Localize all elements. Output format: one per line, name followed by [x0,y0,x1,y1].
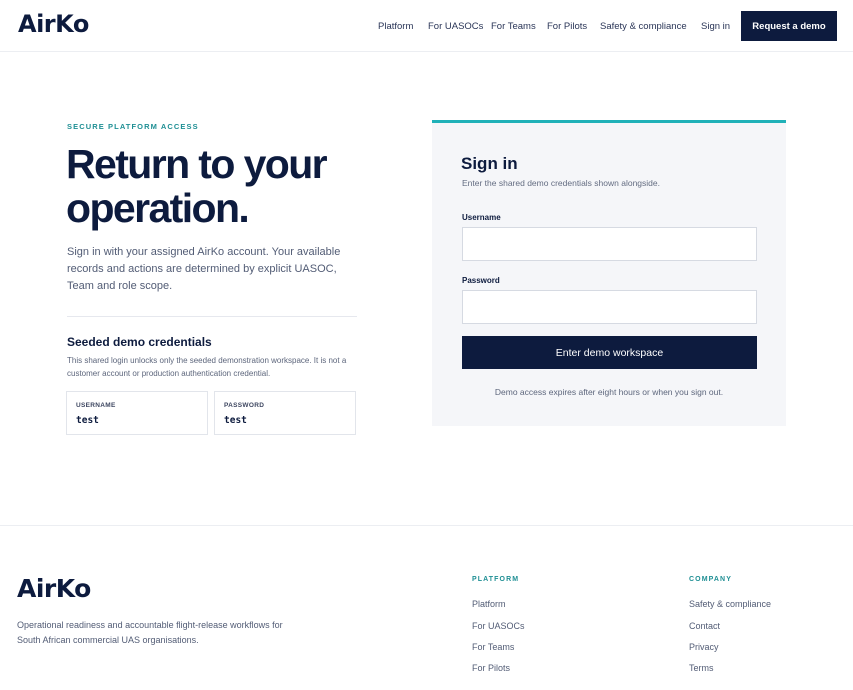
hero-description: Sign in with your assigned AirKo account… [67,246,341,292]
footer-link-for-uasocs[interactable]: For UASOCs [472,621,525,631]
hero-title: Return to your operation. [66,141,328,231]
demo-expiry-note: Demo access expires after eight hours or… [494,387,724,397]
signin-subtitle: Enter the shared demo credentials shown … [462,178,660,188]
password-credential-label: PASSWORD [224,402,265,409]
footer-link-for-pilots[interactable]: For Pilots [472,663,510,673]
username-label: Username [462,213,501,222]
nav-for-uasocs[interactable]: For UASOCs [428,21,483,32]
username-input[interactable] [462,227,757,261]
nav-platform[interactable]: Platform [378,21,413,32]
airko-logo[interactable]: AirKo [18,10,89,38]
nav-safety-compliance[interactable]: Safety & compliance [600,21,687,32]
password-label: Password [462,276,500,285]
footer-link-platform[interactable]: Platform [472,599,506,609]
footer-link-contact[interactable]: Contact [689,621,720,631]
footer-tagline: Operational readiness and accountable fl… [17,620,283,645]
username-credential-label: USERNAME [76,402,116,409]
footer-airko-logo[interactable]: AirKo [17,574,91,603]
nav-for-pilots[interactable]: For Pilots [547,21,587,32]
footer-platform-heading: PLATFORM [472,576,520,583]
footer-link-privacy[interactable]: Privacy [689,642,719,652]
username-credential-box: USERNAME test [66,391,208,435]
nav-for-teams[interactable]: For Teams [491,21,536,32]
footer-link-terms[interactable]: Terms [689,663,714,673]
hero-eyebrow: SECURE PLATFORM ACCESS [67,122,199,131]
password-credential-box: PASSWORD test [214,391,356,435]
footer-company-heading: COMPANY [689,576,732,583]
footer-link-safety-compliance[interactable]: Safety & compliance [689,599,771,609]
nav-sign-in[interactable]: Sign in [701,21,730,32]
footer-link-for-teams[interactable]: For Teams [472,642,514,652]
password-credential-value: test [224,415,247,426]
site-footer: AirKo Operational readiness and accounta… [0,525,853,690]
credentials-description: This shared login unlocks only the seede… [67,356,347,378]
site-header: AirKo Platform For UASOCs For Teams For … [0,0,853,52]
username-credential-value: test [76,415,99,426]
enter-demo-workspace-button[interactable]: Enter demo workspace [462,336,757,369]
request-demo-button[interactable]: Request a demo [741,11,837,41]
credentials-title: Seeded demo credentials [67,335,212,349]
signin-card: Sign in Enter the shared demo credential… [432,120,786,426]
password-input[interactable] [462,290,757,324]
signin-title: Sign in [461,154,518,173]
section-divider [67,316,357,317]
